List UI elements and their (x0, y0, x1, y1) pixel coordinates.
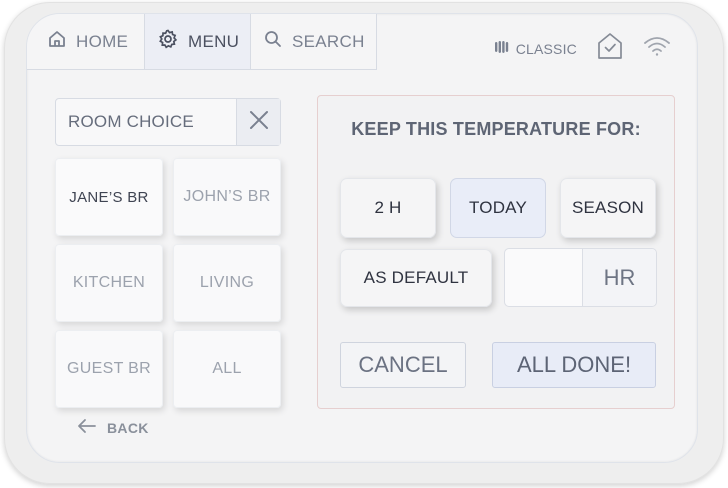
room-johns-br[interactable]: JOHN’S BR (173, 158, 281, 236)
room-label: JANE’S BR (69, 188, 149, 206)
room-all[interactable]: ALL (173, 330, 281, 408)
room-label: LIVING (199, 274, 255, 291)
option-label: SEASON (571, 198, 645, 217)
room-guest-br[interactable]: GUEST BR (55, 330, 163, 408)
option-label: TODAY (469, 198, 527, 217)
duration-panel: KEEP THIS TEMPERATURE FOR: 2 H TODAY SEA… (317, 95, 675, 409)
nav-search-label: SEARCH (292, 31, 365, 51)
room-choice-field: ROOM CHOICE (55, 98, 281, 146)
nav-menu[interactable]: MENU (145, 14, 251, 70)
panel-title: KEEP THIS TEMPERATURE FOR: (351, 119, 641, 139)
nav-menu-label: MENU (188, 31, 240, 51)
heater-icon (494, 39, 510, 58)
hours-unit: HR (582, 249, 656, 306)
option-as-default[interactable]: AS DEFAULT (340, 249, 492, 307)
top-nav: HOME MENU SEARCH (27, 14, 387, 70)
arrow-left-icon (77, 418, 97, 437)
mode-indicator[interactable]: CLASSIC (494, 39, 577, 58)
hours-input[interactable] (505, 249, 582, 306)
option-label: 2 H (374, 198, 402, 217)
room-label: JOHN’S BR (183, 188, 271, 205)
nav-home-label: HOME (76, 31, 129, 51)
mode-label: CLASSIC (515, 40, 577, 57)
back-button[interactable]: BACK (77, 418, 149, 437)
hours-field: HR (504, 248, 657, 307)
room-janes-br[interactable]: JANE’S BR (55, 158, 163, 236)
room-label: KITCHEN (72, 274, 146, 291)
all-done-button[interactable]: ALL DONE! (492, 342, 656, 388)
option-2h[interactable]: 2 H (340, 178, 436, 238)
close-icon (248, 109, 270, 136)
option-label: AS DEFAULT (363, 268, 469, 287)
back-label: BACK (107, 419, 149, 436)
cancel-button[interactable]: CANCEL (340, 342, 466, 388)
option-season[interactable]: SEASON (560, 178, 656, 238)
screen: HOME MENU SEARCH CLASSIC ROOM CHOICE JAN… (26, 13, 698, 463)
clear-room-button[interactable] (236, 99, 280, 145)
room-kitchen[interactable]: KITCHEN (55, 244, 163, 322)
home-icon (47, 29, 67, 54)
nav-search[interactable]: SEARCH (251, 14, 377, 70)
room-choice-label: ROOM CHOICE (68, 112, 194, 131)
thermostat-device: HOME MENU SEARCH CLASSIC ROOM CHOICE JAN… (4, 2, 724, 484)
option-today[interactable]: TODAY (450, 178, 546, 238)
wifi-icon[interactable] (643, 35, 671, 62)
room-label: GUEST BR (67, 360, 151, 377)
home-check-icon[interactable] (597, 32, 623, 65)
nav-home[interactable]: HOME (27, 14, 145, 70)
status-bar: CLASSIC (494, 32, 671, 65)
room-living[interactable]: LIVING (173, 244, 281, 322)
room-label: ALL (212, 360, 242, 377)
search-icon (263, 29, 283, 54)
gear-icon (157, 28, 179, 55)
